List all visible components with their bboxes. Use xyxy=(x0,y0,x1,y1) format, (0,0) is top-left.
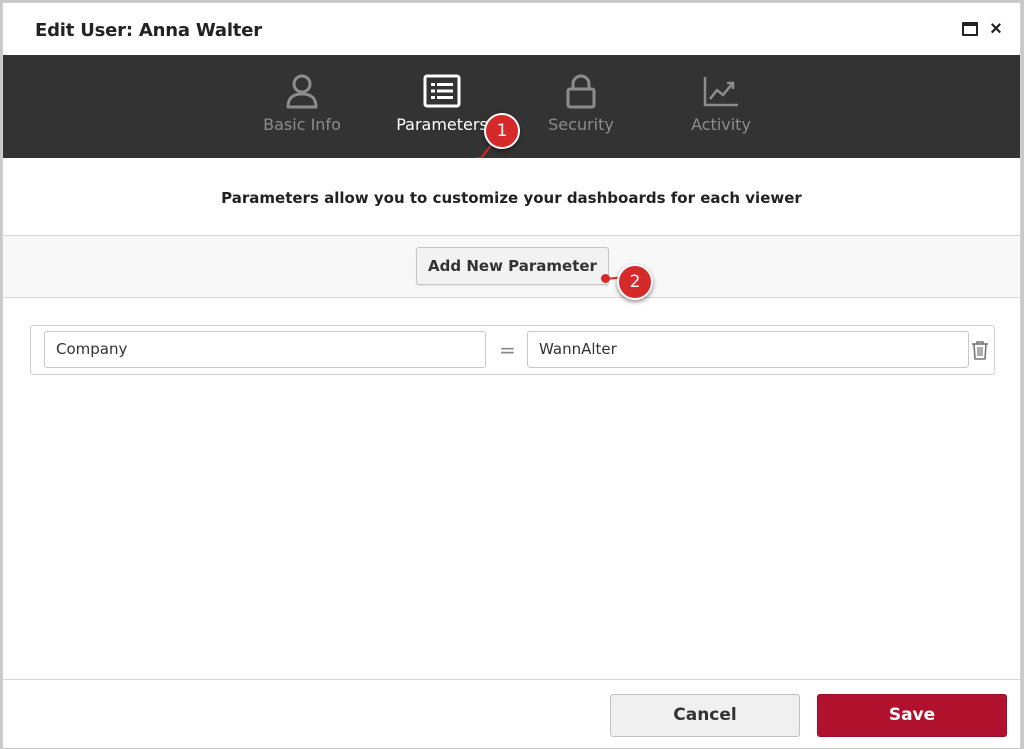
tab-basic-info[interactable]: Basic Info xyxy=(242,73,362,143)
tab-activity-label: Activity xyxy=(691,115,751,134)
parameter-operator: = xyxy=(499,338,516,362)
subtitle-section: Parameters allow you to customize your d… xyxy=(3,158,1020,236)
maximize-icon[interactable] xyxy=(959,19,979,39)
dialog-titlebar: Edit User: Anna Walter × xyxy=(3,3,1020,55)
dialog-title: Edit User: Anna Walter xyxy=(35,20,262,41)
tab-basic-info-label: Basic Info xyxy=(263,115,341,134)
parameter-value-input[interactable]: WannAlter xyxy=(527,331,969,368)
list-icon xyxy=(423,74,461,108)
tab-security[interactable]: Security xyxy=(521,73,641,143)
tab-bar: Basic Info Parameters Security Activity … xyxy=(3,55,1020,166)
parameter-row: Company = WannAlter xyxy=(30,325,995,375)
parameters-toolbar: Add New Parameter xyxy=(3,236,1020,298)
user-icon xyxy=(286,74,318,109)
chart-trend-icon xyxy=(703,77,738,107)
cancel-button[interactable]: Cancel xyxy=(610,694,800,737)
trash-icon[interactable] xyxy=(971,340,989,361)
add-new-parameter-button[interactable]: Add New Parameter xyxy=(416,247,609,285)
tab-security-label: Security xyxy=(548,115,614,134)
dialog-footer: Cancel Save xyxy=(3,679,1020,748)
parameters-description: Parameters allow you to customize your d… xyxy=(221,189,802,207)
edit-user-dialog: Edit User: Anna Walter × Basic Info Para… xyxy=(2,2,1021,748)
lock-icon xyxy=(566,74,596,109)
callout-2-badge: 2 xyxy=(617,264,653,300)
parameter-name-input[interactable]: Company xyxy=(44,331,486,368)
tab-activity[interactable]: Activity xyxy=(661,73,781,143)
callout-1-badge: 1 xyxy=(484,113,520,149)
close-icon[interactable]: × xyxy=(986,19,1006,39)
save-button[interactable]: Save xyxy=(817,694,1007,737)
